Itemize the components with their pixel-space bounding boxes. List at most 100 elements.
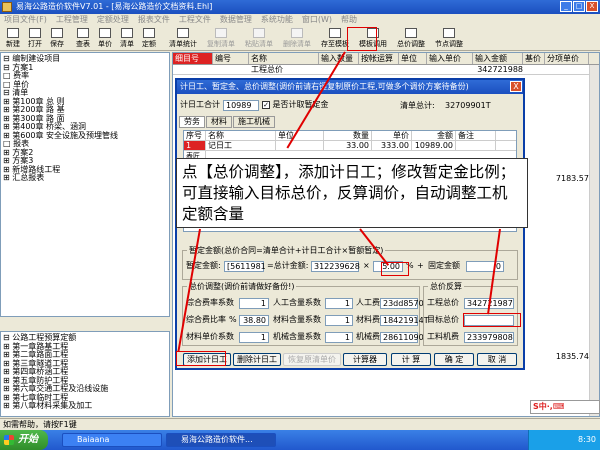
dialog-title-bar[interactable]: 计日工、暂定金、总价调整(调价前请右键复制原价工程,可做多个调价方案待备份) X — [177, 80, 523, 94]
material-price-factor-field[interactable]: 1 — [239, 332, 269, 343]
machine-total-field[interactable]: 233979808 — [464, 332, 514, 343]
bill-stats-button[interactable]: 清单统计 — [164, 27, 202, 51]
windows-logo-icon — [4, 435, 14, 445]
grid-scrollbar[interactable] — [589, 65, 599, 416]
calculator-button[interactable]: 计算器 — [343, 353, 387, 366]
temp-fund-checkbox-label: 是否计取暂定金 — [272, 100, 329, 109]
maximize-button[interactable]: □ — [573, 1, 585, 12]
clock[interactable]: 8:30 — [578, 435, 596, 444]
temp-fund-checkbox[interactable]: ✓ 是否计取暂定金 — [262, 99, 329, 111]
labor-cost-label: 人工费 — [356, 298, 380, 307]
toolbar: 新建 打开 保存 查表 单价 清单 定额 清单统计 复制清单 粘贴清单 删除清单… — [0, 27, 600, 51]
material-factor-label: 材料含量系数 — [273, 315, 321, 324]
col-header[interactable]: 按帐运算 — [359, 53, 399, 64]
menu-item-help[interactable]: 帮助 — [341, 14, 357, 26]
sigma-icon — [405, 28, 417, 38]
menu-item-data[interactable]: 数据管理 — [220, 14, 252, 26]
col-header[interactable]: 细目号 — [173, 53, 213, 64]
ime-toolbar[interactable]: S中·,⌨ — [530, 400, 600, 414]
app-icon — [2, 2, 12, 12]
machine-factor-field[interactable]: 1 — [325, 332, 353, 343]
col-header: 名称 — [206, 131, 276, 140]
dialog-close-button[interactable]: X — [510, 81, 522, 92]
menu-item-system[interactable]: 系统功能 — [261, 14, 293, 26]
close-button[interactable]: X — [586, 1, 598, 12]
template-save-icon — [329, 28, 341, 38]
checkbox-icon: ✓ — [262, 101, 270, 109]
col-header[interactable]: 输入单价 — [427, 53, 473, 64]
col-header[interactable]: 编号 — [213, 53, 249, 64]
start-button[interactable]: 开始 — [0, 430, 48, 450]
col-header[interactable]: 单位 — [399, 53, 427, 64]
labor-factor-field[interactable]: 1 — [325, 298, 353, 309]
fixed-amount-label: 固定金额 — [428, 261, 460, 270]
rate-factor-field[interactable]: 1 — [239, 298, 269, 309]
calculate-button[interactable]: 计 算 — [391, 353, 431, 366]
total-amount-field[interactable]: 312239628 — [311, 261, 360, 272]
delete-rigong-button[interactable]: 删除计日工 — [233, 353, 281, 366]
save-button[interactable]: 保存 — [46, 27, 68, 51]
menu-item-window[interactable]: 窗口(W) — [302, 14, 332, 26]
labor-cost-field[interactable]: 23dd8570 — [380, 298, 424, 309]
minimize-button[interactable]: _ — [560, 1, 572, 12]
system-tray: 8:30 — [528, 430, 600, 450]
paste-bill-button[interactable]: 粘贴清单 — [240, 27, 278, 51]
restore-price-button[interactable]: 恢复原清单价 — [283, 353, 341, 366]
col-header: 序号 — [184, 131, 206, 140]
quota-tree: ⊟ 公路工程预算定额 ⊞ 第一章路基工程 ⊞ 第二章路面工程 ⊞ 第三章隧道工程… — [0, 331, 170, 417]
multiply-sign: × — [363, 261, 370, 270]
table-cell: 1 — [184, 141, 206, 150]
col-header[interactable]: 基价 — [523, 53, 545, 64]
menu-bar: 项目文件(F) 工程管理 定额处理 报表文件 工程文件 数据管理 系统功能 窗口… — [0, 14, 600, 26]
app-title-bar[interactable]: 易海公路造价软件V7.01 - [易海公路造价文档资料.Ehl] _ □ X — [0, 0, 600, 14]
quota-tree-item[interactable]: ⊞ 第八章材料采集及加工 — [3, 401, 167, 411]
delete-icon — [291, 28, 303, 38]
machine-cost-field[interactable]: 28611090 — [380, 332, 424, 343]
col-header[interactable]: 分项单价 — [545, 53, 589, 64]
delete-bill-button[interactable]: 删除清单 — [278, 27, 316, 51]
cancel-button[interactable]: 取 消 — [477, 353, 517, 366]
taskbar-item[interactable]: 易海公路造价软件... — [166, 433, 276, 447]
table-row[interactable]: 工程总价 342721988 — [173, 65, 599, 75]
rate-ratio-field[interactable]: 38.80 — [239, 315, 269, 326]
ok-button[interactable]: 确 定 — [434, 353, 474, 366]
bill-button[interactable]: 清单 — [116, 27, 138, 51]
grid-header: 细目号 编号 名称 输入数量 按帐运算 单位 输入单价 输入金额 基价 分项单价 — [173, 53, 599, 65]
table-cell: 33.00 — [324, 141, 372, 150]
material-factor-field[interactable]: 1 — [325, 315, 353, 326]
total-adjust-button[interactable]: 总价调整 — [392, 27, 430, 51]
menu-item-file[interactable]: 项目文件(F) — [4, 14, 47, 26]
tab-machine[interactable]: 施工机械 — [233, 116, 275, 128]
tab-labor[interactable]: 劳务 — [179, 116, 205, 128]
save-icon — [51, 28, 63, 38]
table-cell: 333.00 — [372, 141, 412, 150]
menu-item-eng-file[interactable]: 工程文件 — [179, 14, 211, 26]
table-row[interactable]: 1 记日工 33.00 333.00 10989.00 — [184, 141, 516, 151]
new-button[interactable]: 新建 — [2, 27, 24, 51]
open-button[interactable]: 打开 — [24, 27, 46, 51]
grid-value: 7183.57 — [555, 174, 589, 183]
material-cost-field[interactable]: 18421914T — [380, 315, 429, 326]
lookup-button[interactable]: 查表 — [72, 27, 94, 51]
menu-item-report[interactable]: 报表文件 — [138, 14, 170, 26]
copy-icon — [215, 28, 227, 38]
resource-tabs: 劳务 材料 施工机械 — [179, 116, 275, 128]
tree-item[interactable]: ⊞ 汇总报表 — [3, 173, 167, 183]
node-adjust-button[interactable]: 节点调整 — [430, 27, 468, 51]
stats-icon — [177, 28, 189, 38]
unit-price-button[interactable]: 单价 — [94, 27, 116, 51]
taskbar-item[interactable]: Baiaana — [62, 433, 162, 447]
copy-bill-button[interactable]: 复制清单 — [202, 27, 240, 51]
quota-button[interactable]: 定额 — [138, 27, 160, 51]
menu-item-quota[interactable]: 定额处理 — [97, 14, 129, 26]
price-icon — [99, 28, 111, 38]
temp-fund-field[interactable]: [5611981 — [224, 261, 266, 272]
fixed-amount-field[interactable]: 0 — [466, 261, 504, 272]
menu-item-project[interactable]: 工程管理 — [56, 14, 88, 26]
highlight-box — [347, 27, 377, 51]
tab-material[interactable]: 材料 — [206, 116, 232, 128]
rigong-total-field[interactable]: 10989 — [223, 100, 259, 111]
col-header[interactable]: 名称 — [249, 53, 319, 64]
rate-ratio-label: 综合费比率 — [186, 315, 226, 324]
col-header[interactable]: 输入金额 — [473, 53, 523, 64]
